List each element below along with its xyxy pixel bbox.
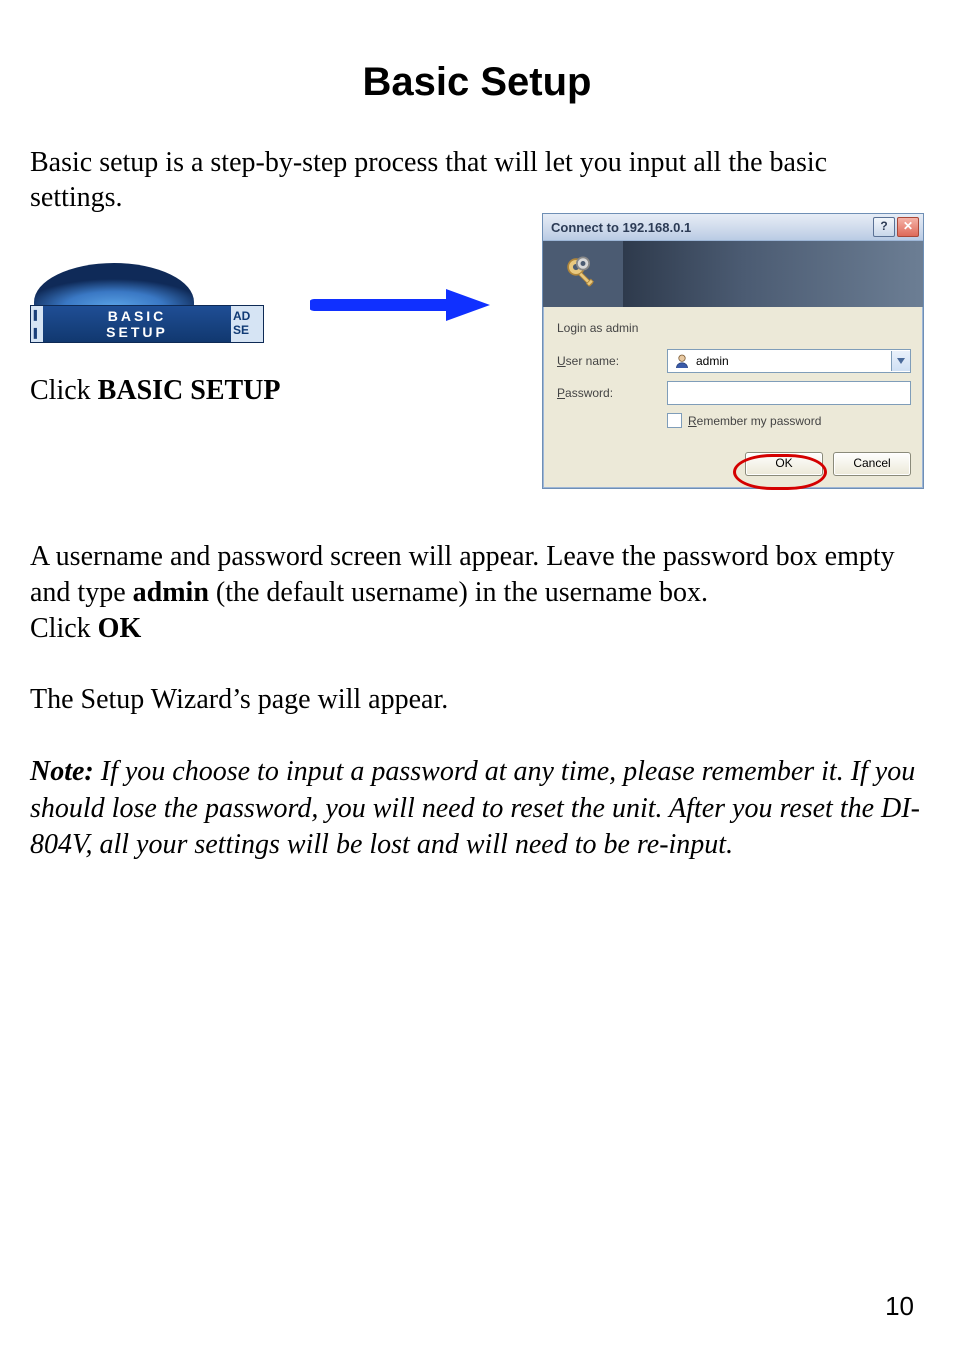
username-value: admin — [696, 354, 891, 368]
dialog-title: Connect to 192.168.0.1 — [551, 220, 871, 235]
tab-line-2: SETUP — [43, 324, 231, 340]
close-button[interactable]: ✕ — [897, 217, 919, 237]
cancel-button[interactable]: Cancel — [833, 452, 911, 476]
ok-button[interactable]: OK — [745, 452, 823, 476]
wizard-paragraph: The Setup Wizard’s page will appear. — [30, 682, 924, 718]
tab-right-fragment: AD SE — [231, 306, 263, 342]
tab-line-1: BASIC — [43, 308, 231, 324]
remember-password-label: Remember my password — [688, 414, 821, 428]
basic-setup-tab-label: BASIC SETUP — [43, 306, 231, 342]
username-combo[interactable]: admin — [667, 349, 911, 373]
intro-paragraph: Basic setup is a step-by-step process th… — [30, 145, 924, 215]
dialog-titlebar: Connect to 192.168.0.1 ? ✕ — [543, 214, 923, 241]
arrow-icon — [310, 285, 490, 330]
remember-password-checkbox[interactable] — [667, 413, 682, 428]
dialog-banner — [543, 241, 923, 307]
keys-icon — [562, 253, 604, 295]
note-paragraph: Note: If you choose to input a password … — [30, 754, 924, 863]
click-basic-setup-text: Click BASIC SETUP — [30, 375, 500, 407]
login-prompt: Login as admin — [557, 321, 911, 335]
user-icon — [674, 353, 690, 369]
chevron-down-icon[interactable] — [891, 351, 910, 371]
tab-left-edge: ▌▌ — [31, 306, 43, 342]
instructions-paragraph: A username and password screen will appe… — [30, 539, 924, 646]
password-input[interactable] — [667, 381, 911, 405]
login-dialog: Connect to 192.168.0.1 ? ✕ — [542, 213, 924, 489]
decorative-arc — [34, 263, 194, 307]
page-number: 10 — [885, 1291, 914, 1322]
basic-setup-tab-graphic: ▌▌ BASIC SETUP AD SE — [30, 263, 270, 363]
page-title: Basic Setup — [30, 60, 924, 105]
username-label: User name: — [557, 354, 667, 368]
password-label: Password: — [557, 386, 667, 400]
help-button[interactable]: ? — [873, 217, 895, 237]
